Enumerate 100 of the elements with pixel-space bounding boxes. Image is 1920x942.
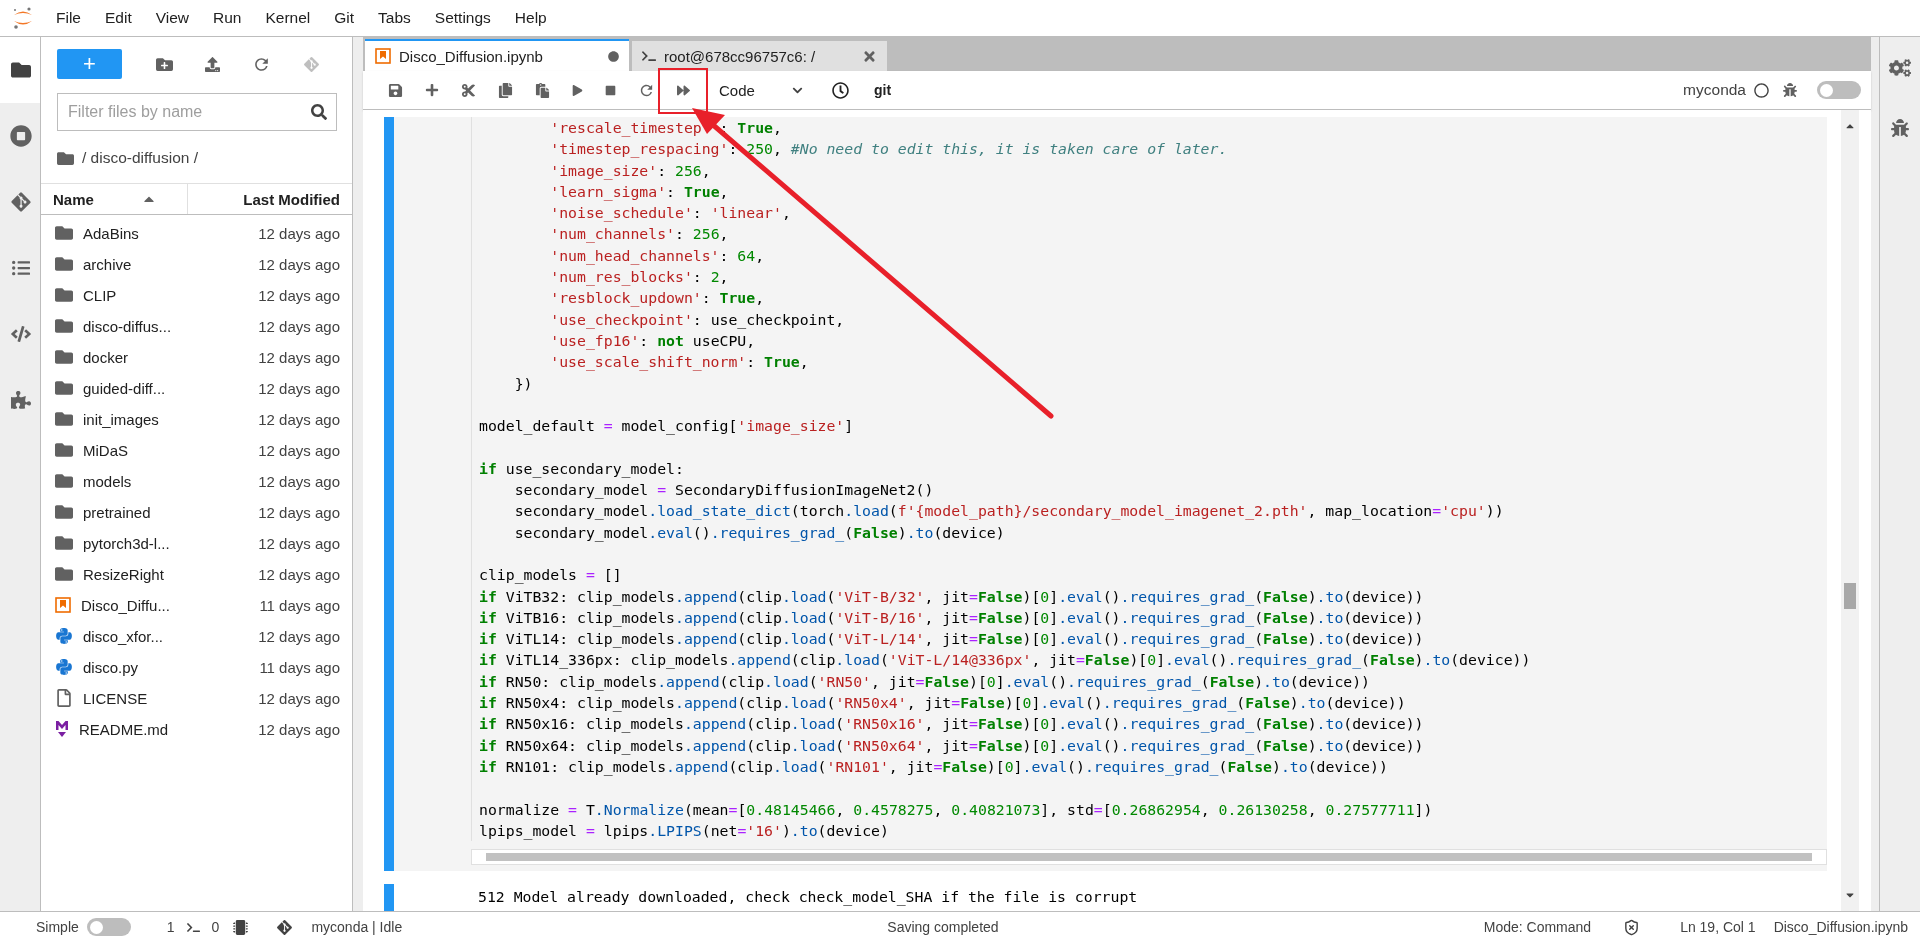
menu-item[interactable]: Kernel xyxy=(253,9,323,27)
output-line: 512 Model already downloaded, check check_model_SHA if the file is corrupt xyxy=(477,887,1139,908)
document-tab[interactable]: root@678cc96757c6: / xyxy=(632,41,887,71)
file-name: Disco_Diffusion.ipynb xyxy=(1773,919,1908,935)
scroll-thumb[interactable] xyxy=(1844,582,1856,609)
clock-icon[interactable] xyxy=(832,81,849,99)
menu-item[interactable]: File xyxy=(44,9,93,27)
file-name[interactable]: pytorch3d-l... xyxy=(83,534,259,552)
modified-date: 12 days ago xyxy=(258,410,340,428)
paste-icon[interactable] xyxy=(535,82,550,98)
code-line: if RN50: clip_models.append(clip.load('RN50', jit=False)[0].eval().requires_grad_(False).to(device)) xyxy=(479,671,1372,692)
file-name[interactable]: CLIP xyxy=(83,286,259,304)
file-name[interactable]: guided-diff... xyxy=(83,379,259,397)
modified-date: 11 days ago xyxy=(259,658,340,676)
code-line: 'noise_schedule': 'linear', xyxy=(549,203,792,224)
gears-icon[interactable] xyxy=(1889,57,1911,79)
breadcrumb-path[interactable]: / disco-diffusion / xyxy=(82,149,199,167)
mode-label: Simple xyxy=(36,919,79,935)
search-field[interactable]: Filter files by name xyxy=(57,93,337,131)
file-name[interactable]: disco_xfor... xyxy=(83,627,259,645)
code-line: secondary_model = SecondaryDiffusionImageNet2() xyxy=(513,480,935,501)
simple-mode-toggle[interactable] xyxy=(86,918,131,936)
upload-icon[interactable] xyxy=(205,56,220,72)
menu-item[interactable]: Edit xyxy=(93,9,144,27)
code-line: if use_secondary_model: xyxy=(479,458,685,480)
save-icon[interactable] xyxy=(388,82,403,98)
file-name[interactable]: pretrained xyxy=(83,503,259,521)
modified-date: 12 days ago xyxy=(258,627,340,645)
terminal-icon[interactable] xyxy=(186,920,200,934)
plus-icon[interactable] xyxy=(425,83,439,97)
folder-icon xyxy=(55,348,73,367)
kernel-count: 0 xyxy=(211,919,220,935)
column-header[interactable]: Last Modified xyxy=(187,184,352,214)
kernel-name[interactable]: myconda xyxy=(1683,81,1746,99)
menu-item[interactable]: Tabs xyxy=(366,9,423,27)
menu-item[interactable]: Settings xyxy=(422,9,503,27)
file-name[interactable]: disco-diffus... xyxy=(83,317,259,335)
terminal-count: 1 xyxy=(166,919,175,935)
folder-icon xyxy=(55,317,73,336)
menu-item[interactable]: Git xyxy=(322,9,367,27)
folder-icon xyxy=(55,255,73,274)
close-icon[interactable] xyxy=(862,48,877,64)
new-folder-icon[interactable] xyxy=(156,55,173,73)
cell-type-dropdown[interactable]: Code xyxy=(715,81,807,99)
modified-date: 12 days ago xyxy=(258,565,340,583)
folder-icon xyxy=(55,379,73,398)
code-line: if RN50x64: clip_models.append(clip.load('RN50x64', jit=False)[0].eval().requires_grad_(False).to(device)) xyxy=(479,735,1425,756)
stop-icon[interactable] xyxy=(605,84,616,96)
sidebar-tab[interactable] xyxy=(0,37,40,103)
code-line: 'learn_sigma': True, xyxy=(549,181,730,203)
modified-date: 12 days ago xyxy=(258,317,340,335)
file-name[interactable]: LICENSE xyxy=(83,689,259,707)
code-line: model_default = model_config['image_size'] xyxy=(479,416,855,437)
file-name[interactable]: archive xyxy=(83,255,259,273)
python-icon xyxy=(55,627,73,646)
file-name[interactable]: README.md xyxy=(79,720,259,738)
fast-forward-icon[interactable] xyxy=(677,83,690,97)
cursor-position[interactable]: Ln 19, Col 1 xyxy=(1680,919,1756,935)
file-name[interactable]: init_images xyxy=(83,410,259,428)
file-name[interactable]: docker xyxy=(83,348,259,366)
modified-date: 12 days ago xyxy=(258,689,340,707)
file-name[interactable]: models xyxy=(83,472,259,490)
interaction-mode[interactable]: Mode: Command xyxy=(1483,919,1592,935)
document-tab[interactable]: Disco_Diffusion.ipynb xyxy=(365,39,629,71)
folder-icon xyxy=(55,472,73,491)
code-line: if RN101: clip_models.append(clip.load('RN101', jit=False)[0].eval().requires_grad_(False).to(device)) xyxy=(479,756,1389,778)
menu-item[interactable]: View xyxy=(143,9,202,27)
file-name[interactable]: disco.py xyxy=(83,658,260,676)
git-icon[interactable] xyxy=(276,918,294,936)
git-icon xyxy=(10,191,32,213)
horizontal-scrollbar[interactable] xyxy=(471,849,1827,866)
file-name[interactable]: Disco_Diffu... xyxy=(81,596,260,614)
file-name[interactable]: MiDaS xyxy=(83,441,259,459)
chip-icon[interactable] xyxy=(233,919,249,935)
cut-icon[interactable] xyxy=(461,82,476,98)
code-line: 'timestep_respacing': 250, #No need to edit this, it is taken care of later. xyxy=(549,139,1229,160)
code-line: 'num_channels': 256, xyxy=(549,224,730,245)
terminal-icon xyxy=(642,49,656,63)
modified-date: 12 days ago xyxy=(258,441,340,459)
copy-icon[interactable] xyxy=(498,82,513,98)
folder-icon xyxy=(11,60,31,80)
menu-item[interactable]: Help xyxy=(502,9,559,27)
file-name[interactable]: ResizeRight xyxy=(83,565,259,583)
file-name[interactable]: AdaBins xyxy=(83,224,259,242)
column-header[interactable]: Name xyxy=(41,184,187,214)
debugger-toggle[interactable] xyxy=(1817,81,1861,99)
shield-icon[interactable] xyxy=(1623,918,1641,936)
git-label[interactable]: git xyxy=(874,82,892,98)
code-line: if ViTL14_336px: clip_models.append(clip.load('ViT-L/14@336px', jit=False)[0].eval().requires_grad_(False).to(device)) xyxy=(479,650,1532,671)
bug-icon[interactable] xyxy=(1891,119,1909,137)
kernel-status[interactable]: myconda | Idle xyxy=(311,919,403,935)
menu-item[interactable]: Run xyxy=(201,9,254,27)
folder-icon xyxy=(55,410,73,429)
folder-icon xyxy=(55,534,73,553)
file-icon xyxy=(55,689,73,708)
bug-icon xyxy=(1783,83,1797,97)
vertical-scrollbar[interactable] xyxy=(1841,110,1859,911)
search-icon xyxy=(311,104,327,120)
code-line: if ViTB32: clip_models.append(clip.load('ViT-B/32', jit=False)[0].eval().requires_grad_(False).to(device)) xyxy=(479,586,1425,607)
run-icon[interactable] xyxy=(572,84,583,96)
